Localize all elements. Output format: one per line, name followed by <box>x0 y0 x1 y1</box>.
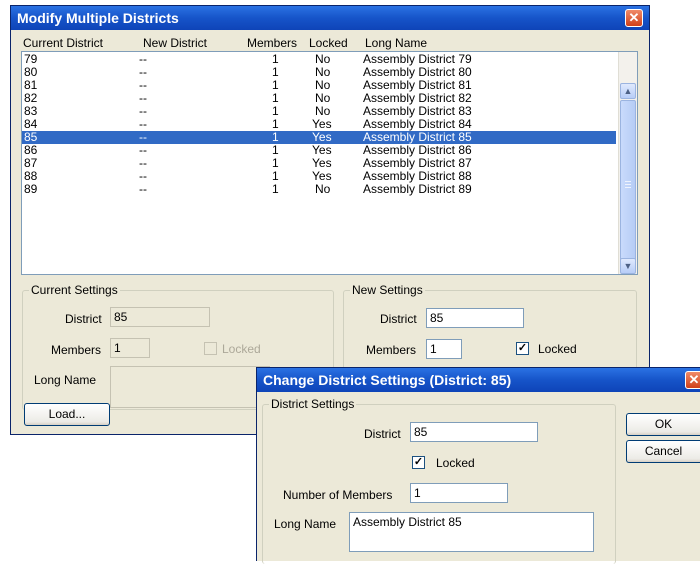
cell-locked: No <box>315 182 331 196</box>
change-district-label: District <box>364 427 401 441</box>
change-long-name-label: Long Name <box>274 517 337 531</box>
new-settings-legend: New Settings <box>350 283 425 297</box>
scroll-thumb[interactable] <box>620 100 636 272</box>
load-button[interactable]: Load... <box>24 403 110 426</box>
new-members-label: Members <box>366 343 417 357</box>
current-long-name-label: Long Name <box>34 373 97 387</box>
current-members-label: Members <box>51 343 102 357</box>
current-long-name-field <box>110 366 270 408</box>
col-header-members[interactable]: Members <box>247 36 297 50</box>
change-long-name-input[interactable]: Assembly District 85 <box>349 512 594 552</box>
cancel-button[interactable]: Cancel <box>626 440 700 463</box>
number-of-members-input[interactable]: 1 <box>410 483 508 503</box>
main-dialog-title: Modify Multiple Districts <box>17 10 179 26</box>
current-district-field: 85 <box>110 307 210 327</box>
current-locked-checkbox <box>204 342 217 355</box>
cell-new-district: -- <box>139 182 147 196</box>
cell-long-name: Assembly District 89 <box>363 182 472 196</box>
change-dialog-title: Change District Settings (District: 85) <box>263 372 512 388</box>
col-header-new-district[interactable]: New District <box>143 36 207 50</box>
new-locked-label[interactable]: Locked <box>538 342 577 356</box>
new-settings-group: New Settings <box>343 283 637 370</box>
current-locked-label: Locked <box>222 342 261 356</box>
change-locked-label[interactable]: Locked <box>436 456 475 470</box>
new-locked-checkbox[interactable]: ✓ <box>516 342 529 355</box>
scroll-down-icon[interactable]: ▼ <box>620 258 636 274</box>
district-settings-legend: District Settings <box>269 397 357 411</box>
main-dialog-titlebar[interactable]: Modify Multiple Districts <box>11 6 649 30</box>
table-row[interactable]: 89 -- 1 No Assembly District 89 <box>22 183 616 196</box>
col-header-locked[interactable]: Locked <box>309 36 348 50</box>
current-settings-legend: Current Settings <box>29 283 120 297</box>
current-district-label: District <box>65 312 102 326</box>
col-header-long-name[interactable]: Long Name <box>365 36 427 50</box>
change-dialog-titlebar[interactable]: Change District Settings (District: 85) <box>257 368 700 392</box>
cell-members: 1 <box>272 182 279 196</box>
col-header-current-district[interactable]: Current District <box>23 36 103 50</box>
new-district-input[interactable]: 85 <box>426 308 524 328</box>
cell-current-district: 89 <box>24 182 38 196</box>
close-icon[interactable]: ✕ <box>685 371 700 389</box>
listbox-scrollbar[interactable]: ▲ ▼ <box>618 52 637 274</box>
current-members-field: 1 <box>110 338 150 358</box>
new-district-label: District <box>380 312 417 326</box>
close-icon[interactable]: ✕ <box>625 9 643 27</box>
change-district-input[interactable]: 85 <box>410 422 538 442</box>
district-listbox[interactable]: 79 -- 1 No Assembly District 79 80 -- 1 No Assemb… <box>21 51 638 275</box>
new-members-input[interactable]: 1 <box>426 339 462 359</box>
number-of-members-label: Number of Members <box>283 488 393 502</box>
ok-button[interactable]: OK <box>626 413 700 436</box>
scroll-up-icon[interactable]: ▲ <box>620 83 636 99</box>
change-locked-checkbox[interactable]: ✓ <box>412 456 425 469</box>
